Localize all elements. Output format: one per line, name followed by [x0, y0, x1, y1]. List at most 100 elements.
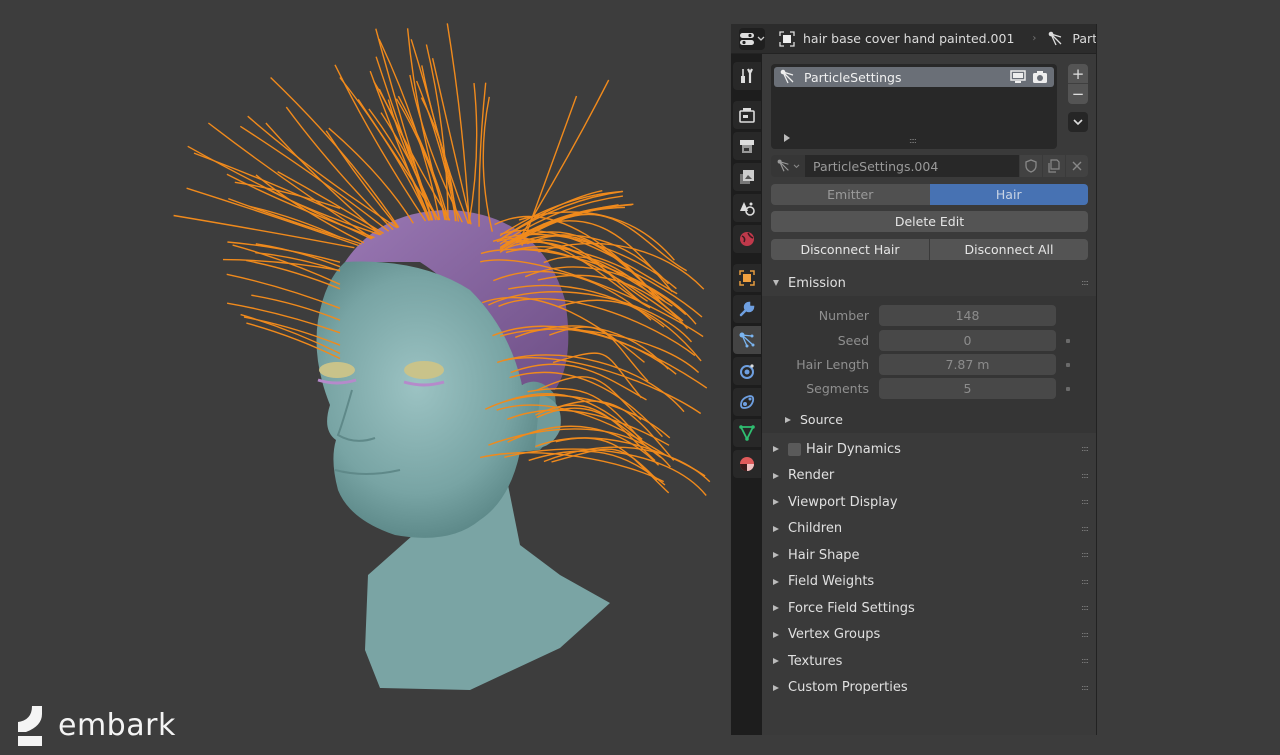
subpanel-source-header[interactable]: Source — [785, 412, 843, 427]
panel-hair-shape-title: Hair Shape — [788, 547, 860, 563]
fake-user-button[interactable] — [1020, 155, 1042, 177]
viewport-visibility-toggle[interactable] — [1010, 70, 1026, 84]
disconnect-all-button[interactable]: Disconnect All — [930, 239, 1088, 260]
field-seed-input[interactable]: 0 — [879, 330, 1056, 351]
subpanel-source-title: Source — [800, 412, 843, 427]
type-emitter-option[interactable]: Emitter — [771, 184, 930, 205]
tab-tool[interactable] — [733, 62, 761, 90]
properties-header: hair base cover hand painted.001 › Parti… — [731, 24, 1096, 54]
browse-settings-button[interactable] — [771, 155, 805, 177]
tab-material[interactable] — [733, 450, 761, 478]
panel-field-weights-title: Field Weights — [788, 574, 875, 589]
right-eye — [404, 361, 444, 379]
object-icon — [739, 270, 755, 286]
material-icon — [740, 457, 754, 471]
tab-object[interactable] — [733, 264, 761, 292]
tab-render[interactable] — [733, 101, 761, 129]
panel-emission-header[interactable]: Emission :::: — [762, 270, 1096, 296]
collapsed-arrow-icon — [785, 416, 791, 423]
field-segments-label: Segments — [806, 381, 869, 396]
panel-vertex-groups-header[interactable]: Vertex Groups:::: — [762, 622, 1096, 648]
panel-drag-grip[interactable]: :::: — [1081, 524, 1089, 533]
panel-hair-dynamics-header[interactable]: Hair Dynamics:::: — [762, 436, 1096, 462]
particle-systems-list[interactable]: ParticleSettings :::: — [771, 64, 1057, 149]
tab-scene[interactable] — [733, 194, 761, 222]
panel-custom-properties-header[interactable]: Custom Properties:::: — [762, 675, 1096, 701]
breadcrumb-particles-name: Particl — [1072, 31, 1096, 46]
panel-drag-grip[interactable]: :::: — [1081, 683, 1089, 692]
3d-viewport[interactable] — [0, 0, 730, 755]
tab-particles[interactable] — [733, 326, 761, 354]
panel-render-header[interactable]: Render:::: — [762, 463, 1096, 489]
add-particle-system-button[interactable]: + — [1068, 64, 1088, 84]
panel-drag-grip[interactable]: :::: — [1081, 497, 1089, 506]
particle-type-toggle: Emitter Hair — [771, 184, 1088, 205]
field-number-label: Number — [818, 308, 869, 323]
tab-physics[interactable] — [733, 357, 761, 385]
breadcrumb-object-name: hair base cover hand painted.001 — [803, 31, 1015, 46]
collapsed-arrow-icon — [773, 472, 779, 479]
render-icon — [739, 108, 755, 123]
keyframe-dot-icon[interactable] — [1066, 362, 1070, 367]
panel-drag-grip[interactable]: :::: — [1081, 444, 1089, 453]
panel-drag-grip[interactable]: :::: — [1081, 577, 1089, 586]
tab-data[interactable] — [733, 419, 761, 447]
field-number-input[interactable]: 148 — [879, 305, 1056, 326]
tab-modifiers[interactable] — [733, 295, 761, 323]
hair-strand — [227, 241, 341, 263]
tab-constraints[interactable] — [733, 388, 761, 416]
settings-name-field[interactable]: ParticleSettings.004 — [805, 155, 1019, 177]
remove-particle-system-button[interactable]: − — [1068, 84, 1088, 104]
field-segments-input[interactable]: 5 — [879, 378, 1056, 399]
hair-strand — [478, 82, 487, 227]
collapsed-arrow-icon — [773, 446, 779, 452]
panel-drag-grip[interactable]: :::: — [1081, 630, 1089, 639]
list-filter-toggle[interactable] — [784, 134, 790, 142]
field-seed-label: Seed — [837, 333, 869, 348]
tab-view-layer[interactable] — [733, 163, 761, 191]
collapsed-arrow-icon — [773, 684, 779, 691]
shield-icon — [1025, 159, 1037, 173]
collapsed-arrow-icon — [773, 525, 779, 532]
editor-type-button[interactable] — [739, 27, 765, 50]
panel-viewport-display-header[interactable]: Viewport Display:::: — [762, 489, 1096, 515]
hair-strand — [535, 437, 706, 477]
field-segments: Segments 5 — [762, 378, 1096, 399]
breadcrumb-particles: Particl — [1048, 31, 1096, 47]
hair-strand — [504, 448, 707, 496]
duplicate-settings-button[interactable] — [1043, 155, 1065, 177]
object-icon — [779, 30, 795, 47]
panel-drag-grip[interactable]: :::: — [1081, 656, 1089, 665]
panel-children-header[interactable]: Children:::: — [762, 516, 1096, 542]
duplicate-icon — [1048, 159, 1060, 173]
list-item-particle-system[interactable]: ParticleSettings — [774, 67, 1054, 87]
panel-drag-grip[interactable]: :::: — [1081, 471, 1089, 480]
constraints-icon — [740, 395, 755, 409]
panel-hair-dynamics-checkbox[interactable] — [788, 442, 801, 456]
list-resize-grip[interactable]: :::: — [909, 136, 917, 145]
panel-force-field-settings-header[interactable]: Force Field Settings:::: — [762, 595, 1096, 621]
particles-properties: ParticleSettings :::: + − ParticleSettin… — [762, 54, 1096, 735]
disconnect-hair-button[interactable]: Disconnect Hair — [771, 239, 929, 260]
unlink-settings-button[interactable] — [1066, 155, 1088, 177]
panel-drag-grip[interactable]: :::: — [1081, 603, 1089, 612]
panel-drag-grip[interactable]: :::: — [1081, 550, 1089, 559]
camera-icon — [1033, 71, 1047, 83]
type-hair-option[interactable]: Hair — [929, 184, 1088, 205]
tab-output[interactable] — [733, 132, 761, 160]
delete-edit-button[interactable]: Delete Edit — [771, 211, 1088, 232]
keyframe-dot-icon[interactable] — [1066, 386, 1070, 391]
head-model-render — [173, 23, 711, 690]
close-icon — [1072, 161, 1082, 171]
panel-field-weights-header[interactable]: Field Weights:::: — [762, 569, 1096, 595]
keyframe-dot-icon[interactable] — [1066, 338, 1070, 343]
render-visibility-toggle[interactable] — [1032, 70, 1048, 84]
panel-hair-shape-header[interactable]: Hair Shape:::: — [762, 542, 1096, 568]
panel-drag-grip[interactable]: :::: — [1081, 278, 1089, 287]
field-hair-length-input[interactable]: 7.87 m — [879, 354, 1056, 375]
panel-textures-header[interactable]: Textures:::: — [762, 648, 1096, 674]
tab-world[interactable] — [733, 225, 761, 253]
specials-menu-button[interactable] — [1068, 112, 1088, 132]
panel-emission-title: Emission — [788, 275, 846, 291]
panel-children-title: Children — [788, 521, 843, 536]
